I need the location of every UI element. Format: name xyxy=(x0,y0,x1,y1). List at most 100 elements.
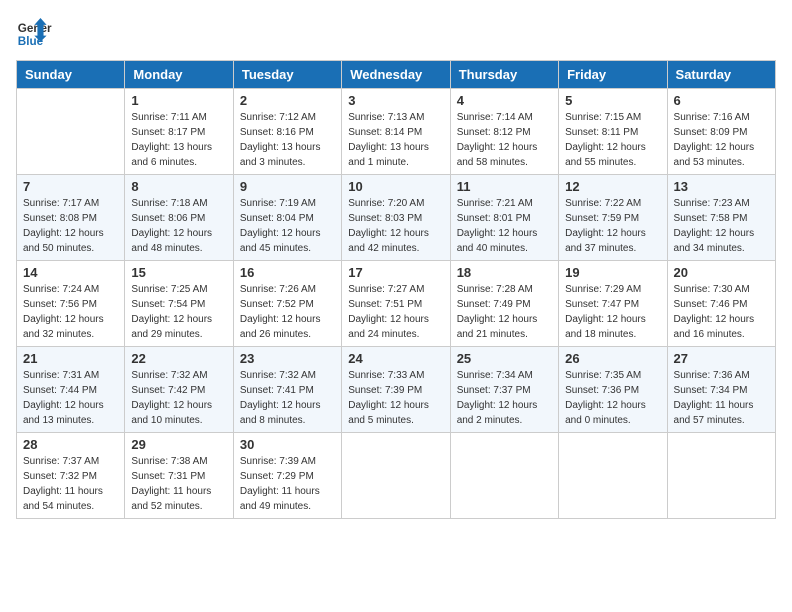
day-info: Sunrise: 7:28 AM Sunset: 7:49 PM Dayligh… xyxy=(457,282,552,342)
calendar-cell: 13Sunrise: 7:23 AM Sunset: 7:58 PM Dayli… xyxy=(667,175,775,261)
day-number: 29 xyxy=(131,437,226,452)
day-number: 13 xyxy=(674,179,769,194)
day-number: 22 xyxy=(131,351,226,366)
calendar-cell xyxy=(342,433,450,519)
calendar-cell: 17 Sunrise: 7:27 AM Sunset: 7:51 PM Dayli… xyxy=(342,261,450,347)
calendar-cell xyxy=(559,433,667,519)
day-info: Sunrise: 7:22 AM Sunset: 7:59 PM Dayligh… xyxy=(565,196,660,256)
day-info: Sunrise: 7:25 AM Sunset: 7:54 PM Dayligh… xyxy=(131,282,226,342)
day-info: Sunrise: 7:21 AM Sunset: 8:01 PM Dayligh… xyxy=(457,196,552,256)
day-info: Sunrise: 7:11 AM Sunset: 8:17 PM Dayligh… xyxy=(131,110,226,170)
day-number: 27 xyxy=(674,351,769,366)
day-number: 11 xyxy=(457,179,552,194)
calendar-cell: 7 Sunrise: 7:17 AM Sunset: 8:08 PM Daylig… xyxy=(17,175,125,261)
day-info: Sunrise: 7:14 AM Sunset: 8:12 PM Dayligh… xyxy=(457,110,552,170)
calendar-cell: 2 Sunrise: 7:12 AM Sunset: 8:16 PM Daylig… xyxy=(233,89,341,175)
day-number: 18 xyxy=(457,265,552,280)
day-info: Sunrise: 7:33 AM Sunset: 7:39 PM Dayligh… xyxy=(348,368,443,428)
week-row-2: 7 Sunrise: 7:17 AM Sunset: 8:08 PM Daylig… xyxy=(17,175,776,261)
day-number: 26 xyxy=(565,351,660,366)
calendar-cell: 26 Sunrise: 7:35 AM Sunset: 7:36 PM Dayli… xyxy=(559,347,667,433)
calendar-cell: 15 Sunrise: 7:25 AM Sunset: 7:54 PM Dayli… xyxy=(125,261,233,347)
calendar-cell: 22 Sunrise: 7:32 AM Sunset: 7:42 PM Dayli… xyxy=(125,347,233,433)
col-header-monday: Monday xyxy=(125,61,233,89)
day-info: Sunrise: 7:38 AM Sunset: 7:31 PM Dayligh… xyxy=(131,454,226,514)
col-header-tuesday: Tuesday xyxy=(233,61,341,89)
calendar-cell: 10 Sunrise: 7:20 AM Sunset: 8:03 PM Dayli… xyxy=(342,175,450,261)
day-number: 19 xyxy=(565,265,660,280)
calendar-cell: 12 Sunrise: 7:22 AM Sunset: 7:59 PM Dayli… xyxy=(559,175,667,261)
day-info: Sunrise: 7:39 AM Sunset: 7:29 PM Dayligh… xyxy=(240,454,335,514)
day-info: Sunrise: 7:27 AM Sunset: 7:51 PM Dayligh… xyxy=(348,282,443,342)
calendar-cell: 19 Sunrise: 7:29 AM Sunset: 7:47 PM Dayli… xyxy=(559,261,667,347)
day-info: Sunrise: 7:31 AM Sunset: 7:44 PM Dayligh… xyxy=(23,368,118,428)
calendar-cell: 18 Sunrise: 7:28 AM Sunset: 7:49 PM Dayli… xyxy=(450,261,558,347)
day-info: Sunrise: 7:34 AM Sunset: 7:37 PM Dayligh… xyxy=(457,368,552,428)
day-number: 7 xyxy=(23,179,118,194)
day-number: 14 xyxy=(23,265,118,280)
day-number: 4 xyxy=(457,93,552,108)
calendar-cell: 24Sunrise: 7:33 AM Sunset: 7:39 PM Dayli… xyxy=(342,347,450,433)
calendar-cell: 11 Sunrise: 7:21 AM Sunset: 8:01 PM Dayli… xyxy=(450,175,558,261)
day-number: 12 xyxy=(565,179,660,194)
day-number: 9 xyxy=(240,179,335,194)
day-number: 21 xyxy=(23,351,118,366)
calendar-cell: 5Sunrise: 7:15 AM Sunset: 8:11 PM Daylig… xyxy=(559,89,667,175)
col-header-friday: Friday xyxy=(559,61,667,89)
calendar-cell: 23 Sunrise: 7:32 AM Sunset: 7:41 PM Dayli… xyxy=(233,347,341,433)
day-number: 20 xyxy=(674,265,769,280)
day-info: Sunrise: 7:35 AM Sunset: 7:36 PM Dayligh… xyxy=(565,368,660,428)
calendar-cell: 27 Sunrise: 7:36 AM Sunset: 7:34 PM Dayli… xyxy=(667,347,775,433)
week-row-5: 28Sunrise: 7:37 AM Sunset: 7:32 PM Dayli… xyxy=(17,433,776,519)
day-number: 6 xyxy=(674,93,769,108)
logo-icon: General Blue xyxy=(16,16,52,52)
calendar-cell: 16 Sunrise: 7:26 AM Sunset: 7:52 PM Dayli… xyxy=(233,261,341,347)
calendar-cell: 9 Sunrise: 7:19 AM Sunset: 8:04 PM Daylig… xyxy=(233,175,341,261)
day-info: Sunrise: 7:32 AM Sunset: 7:42 PM Dayligh… xyxy=(131,368,226,428)
day-number: 23 xyxy=(240,351,335,366)
day-number: 17 xyxy=(348,265,443,280)
day-number: 16 xyxy=(240,265,335,280)
day-info: Sunrise: 7:16 AM Sunset: 8:09 PM Dayligh… xyxy=(674,110,769,170)
calendar-cell: 8 Sunrise: 7:18 AM Sunset: 8:06 PM Daylig… xyxy=(125,175,233,261)
col-header-sunday: Sunday xyxy=(17,61,125,89)
day-number: 3 xyxy=(348,93,443,108)
logo: General Blue xyxy=(16,16,52,52)
calendar-cell: 21 Sunrise: 7:31 AM Sunset: 7:44 PM Dayli… xyxy=(17,347,125,433)
calendar-cell: 28Sunrise: 7:37 AM Sunset: 7:32 PM Dayli… xyxy=(17,433,125,519)
calendar-cell: 25 Sunrise: 7:34 AM Sunset: 7:37 PM Dayli… xyxy=(450,347,558,433)
calendar-cell: 29 Sunrise: 7:38 AM Sunset: 7:31 PM Dayli… xyxy=(125,433,233,519)
day-info: Sunrise: 7:32 AM Sunset: 7:41 PM Dayligh… xyxy=(240,368,335,428)
day-info: Sunrise: 7:19 AM Sunset: 8:04 PM Dayligh… xyxy=(240,196,335,256)
week-row-3: 14 Sunrise: 7:24 AM Sunset: 7:56 PM Dayli… xyxy=(17,261,776,347)
day-info: Sunrise: 7:18 AM Sunset: 8:06 PM Dayligh… xyxy=(131,196,226,256)
day-info: Sunrise: 7:26 AM Sunset: 7:52 PM Dayligh… xyxy=(240,282,335,342)
svg-text:General: General xyxy=(18,22,52,35)
day-info: Sunrise: 7:37 AM Sunset: 7:32 PM Dayligh… xyxy=(23,454,118,514)
header-row: SundayMondayTuesdayWednesdayThursdayFrid… xyxy=(17,61,776,89)
day-number: 25 xyxy=(457,351,552,366)
day-number: 1 xyxy=(131,93,226,108)
calendar-cell: 20 Sunrise: 7:30 AM Sunset: 7:46 PM Dayli… xyxy=(667,261,775,347)
day-info: Sunrise: 7:15 AM Sunset: 8:11 PM Dayligh… xyxy=(565,110,660,170)
day-number: 8 xyxy=(131,179,226,194)
calendar-cell: 4 Sunrise: 7:14 AM Sunset: 8:12 PM Daylig… xyxy=(450,89,558,175)
calendar-cell: 14 Sunrise: 7:24 AM Sunset: 7:56 PM Dayli… xyxy=(17,261,125,347)
calendar-table: SundayMondayTuesdayWednesdayThursdayFrid… xyxy=(16,60,776,519)
day-number: 2 xyxy=(240,93,335,108)
day-number: 15 xyxy=(131,265,226,280)
week-row-1: 1 Sunrise: 7:11 AM Sunset: 8:17 PM Daylig… xyxy=(17,89,776,175)
day-info: Sunrise: 7:36 AM Sunset: 7:34 PM Dayligh… xyxy=(674,368,769,428)
calendar-cell xyxy=(17,89,125,175)
day-info: Sunrise: 7:24 AM Sunset: 7:56 PM Dayligh… xyxy=(23,282,118,342)
calendar-cell: 6 Sunrise: 7:16 AM Sunset: 8:09 PM Daylig… xyxy=(667,89,775,175)
day-info: Sunrise: 7:29 AM Sunset: 7:47 PM Dayligh… xyxy=(565,282,660,342)
day-info: Sunrise: 7:17 AM Sunset: 8:08 PM Dayligh… xyxy=(23,196,118,256)
calendar-cell: 1 Sunrise: 7:11 AM Sunset: 8:17 PM Daylig… xyxy=(125,89,233,175)
day-info: Sunrise: 7:20 AM Sunset: 8:03 PM Dayligh… xyxy=(348,196,443,256)
calendar-cell: 3Sunrise: 7:13 AM Sunset: 8:14 PM Daylig… xyxy=(342,89,450,175)
day-info: Sunrise: 7:12 AM Sunset: 8:16 PM Dayligh… xyxy=(240,110,335,170)
week-row-4: 21 Sunrise: 7:31 AM Sunset: 7:44 PM Dayli… xyxy=(17,347,776,433)
day-number: 10 xyxy=(348,179,443,194)
day-info: Sunrise: 7:30 AM Sunset: 7:46 PM Dayligh… xyxy=(674,282,769,342)
